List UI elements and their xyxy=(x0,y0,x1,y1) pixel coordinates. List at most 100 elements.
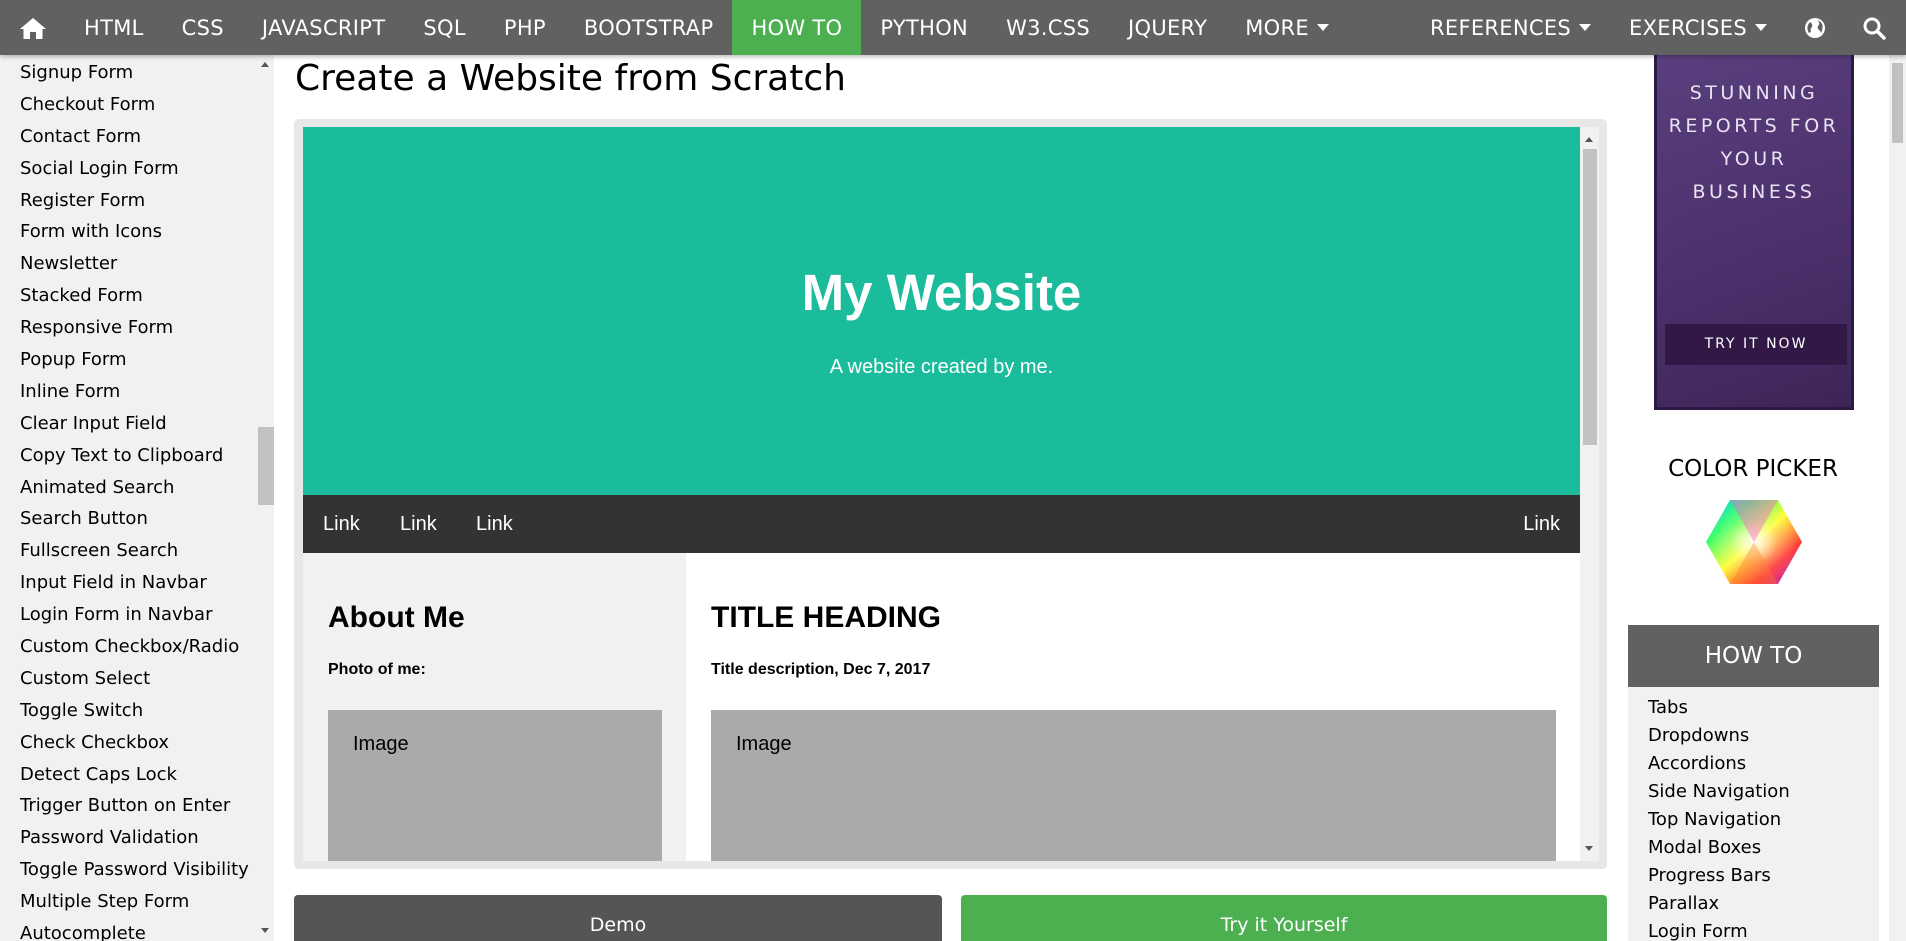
howto-item-accordions[interactable]: Accordions xyxy=(1628,750,1879,778)
page-scroll-thumb[interactable] xyxy=(1892,63,1903,143)
sidebar-item-custom-select[interactable]: Custom Select xyxy=(0,663,274,695)
advertisement-banner[interactable]: STUNNING REPORTS FOR YOUR BUSINESS TRY I… xyxy=(1654,55,1854,410)
sidebar-item-multiple-step-form[interactable]: Multiple Step Form xyxy=(0,886,274,918)
ad-line: YOUR xyxy=(1720,148,1788,170)
nav-exercises[interactable]: EXERCISES xyxy=(1610,0,1786,55)
example-scrollbar[interactable] xyxy=(1580,127,1599,861)
nav-label: JAVASCRIPT xyxy=(261,15,386,40)
howto-item-login-form[interactable]: Login Form xyxy=(1628,918,1879,941)
sidebar-item-inline-form[interactable]: Inline Form xyxy=(0,376,274,408)
sidebar-item-clear-input-field[interactable]: Clear Input Field xyxy=(0,408,274,440)
nav-label: HTML xyxy=(84,15,144,40)
howto-item-progress-bars[interactable]: Progress Bars xyxy=(1628,862,1879,890)
left-sidebar: Signup Form Checkout Form Contact Form Soci… xyxy=(0,55,274,941)
nav-sql[interactable]: SQL xyxy=(404,0,484,55)
sidebar-scrollbar[interactable] xyxy=(256,55,274,941)
sidebar-item-trigger-button-on-enter[interactable]: Trigger Button on Enter xyxy=(0,790,274,822)
nav-bootstrap[interactable]: BOOTSTRAP xyxy=(565,0,733,55)
sidebar-item-check-checkbox[interactable]: Check Checkbox xyxy=(0,727,274,759)
sidebar-item-password-validation[interactable]: Password Validation xyxy=(0,822,274,854)
sidebar-item-register-form[interactable]: Register Form xyxy=(0,185,274,217)
sidebar-item-detect-caps-lock[interactable]: Detect Caps Lock xyxy=(0,759,274,791)
scroll-down-arrow-icon[interactable] xyxy=(261,928,269,933)
example-header: My Website A website created by me. xyxy=(303,127,1580,495)
sidebar-item-stacked-form[interactable]: Stacked Form xyxy=(0,280,274,312)
caret-down-icon xyxy=(1579,24,1592,31)
caret-down-icon xyxy=(1316,24,1329,31)
sidebar-item-custom-checkbox-radio[interactable]: Custom Checkbox/Radio xyxy=(0,631,274,663)
ad-try-it-now-button[interactable]: TRY IT NOW xyxy=(1665,324,1847,365)
example-scroll-thumb[interactable] xyxy=(1583,149,1597,445)
example-main-caption: Title description, Dec 7, 2017 xyxy=(711,661,931,678)
ad-line: BUSINESS xyxy=(1692,181,1816,203)
home-icon xyxy=(19,17,46,39)
sidebar-item-login-form-in-navbar[interactable]: Login Form in Navbar xyxy=(0,599,274,631)
nav-python[interactable]: PYTHON xyxy=(861,0,987,55)
search-button[interactable] xyxy=(1844,0,1906,55)
example-header-subtitle: A website created by me. xyxy=(829,356,1054,378)
sidebar-item-autocomplete[interactable]: Autocomplete xyxy=(0,918,274,941)
nav-w3-css[interactable]: W3.CSS xyxy=(987,0,1109,55)
example-main-image-label: Image xyxy=(736,733,792,755)
sidebar-item-signup-form[interactable]: Signup Form xyxy=(0,57,274,89)
sidebar-item-toggle-password-visibility[interactable]: Toggle Password Visibility xyxy=(0,854,274,886)
nav-jquery[interactable]: JQUERY xyxy=(1109,0,1226,55)
example-scroll-down-icon[interactable] xyxy=(1585,846,1593,851)
sidebar-item-form-with-icons[interactable]: Form with Icons xyxy=(0,216,274,248)
nav-label: REFERENCES xyxy=(1429,15,1572,40)
try-it-yourself-button[interactable]: Try it Yourself xyxy=(961,895,1607,941)
sidebar-item-input-field-in-navbar[interactable]: Input Field in Navbar xyxy=(0,567,274,599)
sidebar-item-checkout-form[interactable]: Checkout Form xyxy=(0,89,274,121)
example-nav-link-3[interactable]: Link xyxy=(476,495,513,553)
nav-more[interactable]: MORE xyxy=(1226,0,1348,55)
nav-label: BOOTSTRAP xyxy=(583,15,714,40)
translate-button[interactable] xyxy=(1786,0,1844,55)
example-side-caption: Photo of me: xyxy=(328,661,426,678)
nav-javascript[interactable]: JAVASCRIPT xyxy=(243,0,405,55)
demo-button[interactable]: Demo xyxy=(294,895,942,941)
howto-item-side-navigation[interactable]: Side Navigation xyxy=(1628,778,1879,806)
howto-item-modal-boxes[interactable]: Modal Boxes xyxy=(1628,834,1879,862)
color-picker-link[interactable] xyxy=(1704,497,1804,587)
howto-item-dropdowns[interactable]: Dropdowns xyxy=(1628,722,1879,750)
nav-css[interactable]: CSS xyxy=(163,0,243,55)
sidebar-item-contact-form[interactable]: Contact Form xyxy=(0,121,274,153)
howto-item-parallax[interactable]: Parallax xyxy=(1628,890,1879,918)
howto-item-top-navigation[interactable]: Top Navigation xyxy=(1628,806,1879,834)
nav-label: PHP xyxy=(503,15,546,40)
example-navbar: Link Link Link Link xyxy=(303,495,1580,553)
nav-html[interactable]: HTML xyxy=(65,0,163,55)
search-icon xyxy=(1863,17,1886,40)
nav-label: SQL xyxy=(423,15,466,40)
nav-references[interactable]: REFERENCES xyxy=(1411,0,1610,55)
sidebar-item-copy-text-to-clipboard[interactable]: Copy Text to Clipboard xyxy=(0,440,274,472)
example-nav-link-right[interactable]: Link xyxy=(1523,495,1560,553)
example-main-heading: TITLE HEADING xyxy=(711,601,941,634)
sidebar-item-toggle-switch[interactable]: Toggle Switch xyxy=(0,695,274,727)
page-scrollbar[interactable] xyxy=(1889,55,1906,941)
top-navbar: HTML CSS JAVASCRIPT SQL PHP BOOTSTRAP HOW TO PY… xyxy=(0,0,1906,55)
sidebar-item-newsletter[interactable]: Newsletter xyxy=(0,248,274,280)
sidebar-item-popup-form[interactable]: Popup Form xyxy=(0,344,274,376)
example-main-column: TITLE HEADING Title description, Dec 7, … xyxy=(686,553,1580,861)
sidebar-scroll-thumb[interactable] xyxy=(258,427,274,505)
sidebar-item-search-button[interactable]: Search Button xyxy=(0,503,274,535)
nav-how-to[interactable]: HOW TO xyxy=(732,0,862,55)
howto-panel-title: HOW TO xyxy=(1628,625,1879,687)
sidebar-item-fullscreen-search[interactable]: Fullscreen Search xyxy=(0,535,274,567)
scroll-up-arrow-icon[interactable] xyxy=(261,62,269,67)
nav-label: JQUERY xyxy=(1128,15,1208,40)
nav-label: CSS xyxy=(181,15,224,40)
sidebar-item-animated-search[interactable]: Animated Search xyxy=(0,472,274,504)
home-button[interactable] xyxy=(0,0,65,55)
nav-php[interactable]: PHP xyxy=(485,0,565,55)
globe-icon xyxy=(1805,17,1825,38)
example-nav-link-1[interactable]: Link xyxy=(323,495,360,553)
example-scroll-up-icon[interactable] xyxy=(1585,137,1593,142)
example-side-column: About Me Photo of me: Image xyxy=(303,553,686,861)
example-nav-link-2[interactable]: Link xyxy=(400,495,437,553)
sidebar-item-social-login-form[interactable]: Social Login Form xyxy=(0,153,274,185)
howto-item-tabs[interactable]: Tabs xyxy=(1628,694,1879,722)
sidebar-item-responsive-form[interactable]: Responsive Form xyxy=(0,312,274,344)
caret-down-icon xyxy=(1755,24,1767,31)
